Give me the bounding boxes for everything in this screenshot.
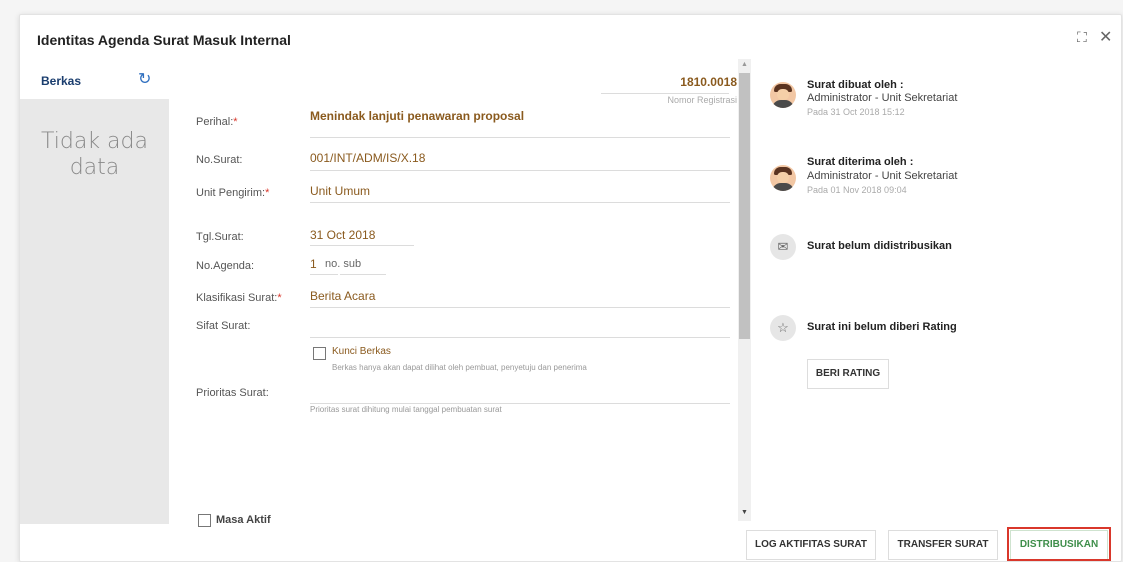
activity-created-date: Pada 31 Oct 2018 15:12 <box>807 107 905 117</box>
masa-aktif-label: Masa Aktif <box>216 514 271 524</box>
noagenda-label: No.Agenda: <box>196 260 255 272</box>
beri-rating-button[interactable]: BERI RATING <box>807 359 889 389</box>
noagenda-field[interactable]: 1 <box>310 257 317 271</box>
prioritas-desc: Prioritas surat dihitung mulai tanggal p… <box>310 405 502 414</box>
avatar <box>770 82 796 108</box>
form-scrollbar[interactable]: ▲ ▼ <box>738 59 751 521</box>
mail-icon: ✉ <box>770 234 796 260</box>
noagenda-underline <box>310 274 338 275</box>
activity-rating-status: Surat ini belum diberi Rating <box>807 321 957 333</box>
refresh-icon[interactable]: ↻ <box>138 69 151 89</box>
dialog-title: Identitas Agenda Surat Masuk Internal <box>37 32 291 48</box>
nosurat-label: No.Surat: <box>196 154 243 166</box>
klasifikasi-field[interactable]: Berita Acara <box>310 289 375 303</box>
activity-created-title: Surat dibuat oleh : <box>807 79 904 91</box>
prioritas-field[interactable] <box>310 403 730 404</box>
highlight-frame <box>1007 527 1111 561</box>
scroll-up-icon[interactable]: ▲ <box>741 61 748 68</box>
activity-distribution-status: Surat belum didistribusikan <box>807 240 952 252</box>
kunci-berkas-desc: Berkas hanya akan dapat dilihat oleh pem… <box>332 363 587 372</box>
expand-icon[interactable]: ⛶ <box>1077 29 1087 46</box>
klasifikasi-label: Klasifikasi Surat:* <box>196 292 282 304</box>
nosub-underline <box>340 274 386 275</box>
berkas-panel: Tidak ada data <box>20 99 169 524</box>
avatar <box>770 165 796 191</box>
kunci-berkas-checkbox[interactable] <box>313 347 326 360</box>
tgl-label: Tgl.Surat: <box>196 231 244 243</box>
kunci-berkas-label: Kunci Berkas <box>332 346 391 357</box>
activity-created-who: Administrator - Unit Sekretariat <box>807 92 958 104</box>
berkas-label: Berkas <box>41 74 82 88</box>
perihal-label: Perihal:* <box>196 116 238 128</box>
klasifikasi-underline <box>310 307 730 308</box>
masa-aktif-checkbox[interactable] <box>198 514 211 527</box>
close-icon[interactable]: ✕ <box>1099 27 1112 47</box>
transfer-surat-button[interactable]: TRANSFER SURAT <box>888 530 998 560</box>
empty-line-1: Tidak ada <box>41 129 148 154</box>
tgl-field[interactable]: 31 Oct 2018 <box>310 228 375 242</box>
scrollbar-thumb[interactable] <box>739 73 750 339</box>
unit-underline <box>310 202 730 203</box>
nosurat-underline <box>310 170 730 171</box>
berkas-header: Berkas ↻ <box>20 59 168 97</box>
star-icon: ☆ <box>770 315 796 341</box>
empty-message: Tidak ada data <box>20 129 169 181</box>
dialog: Identitas Agenda Surat Masuk Internal ⛶ … <box>19 14 1122 562</box>
empty-line-2: data <box>69 155 120 180</box>
prioritas-label: Prioritas Surat: <box>196 387 269 399</box>
sifat-label: Sifat Surat: <box>196 320 251 332</box>
perihal-field[interactable]: Menindak lanjuti penawaran proposal <box>310 109 524 123</box>
activity-received-who: Administrator - Unit Sekretariat <box>807 170 958 182</box>
scroll-down-icon[interactable]: ▼ <box>741 509 748 516</box>
unit-pengirim-field[interactable]: Unit Umum <box>310 184 370 198</box>
registration-number: 1810.0018 <box>680 75 737 89</box>
sifat-field[interactable] <box>310 337 730 338</box>
tgl-underline <box>310 245 414 246</box>
perihal-underline <box>310 137 730 138</box>
nosurat-field[interactable]: 001/INT/ADM/IS/X.18 <box>310 151 425 165</box>
registration-underline <box>601 93 729 94</box>
nosub-field[interactable]: no. sub <box>325 258 361 270</box>
registration-label: Nomor Registrasi <box>667 95 737 105</box>
unit-label: Unit Pengirim:* <box>196 187 270 199</box>
activity-received-date: Pada 01 Nov 2018 09:04 <box>807 185 907 195</box>
log-aktifitas-button[interactable]: LOG AKTIFITAS SURAT <box>746 530 876 560</box>
activity-received-title: Surat diterima oleh : <box>807 156 914 168</box>
